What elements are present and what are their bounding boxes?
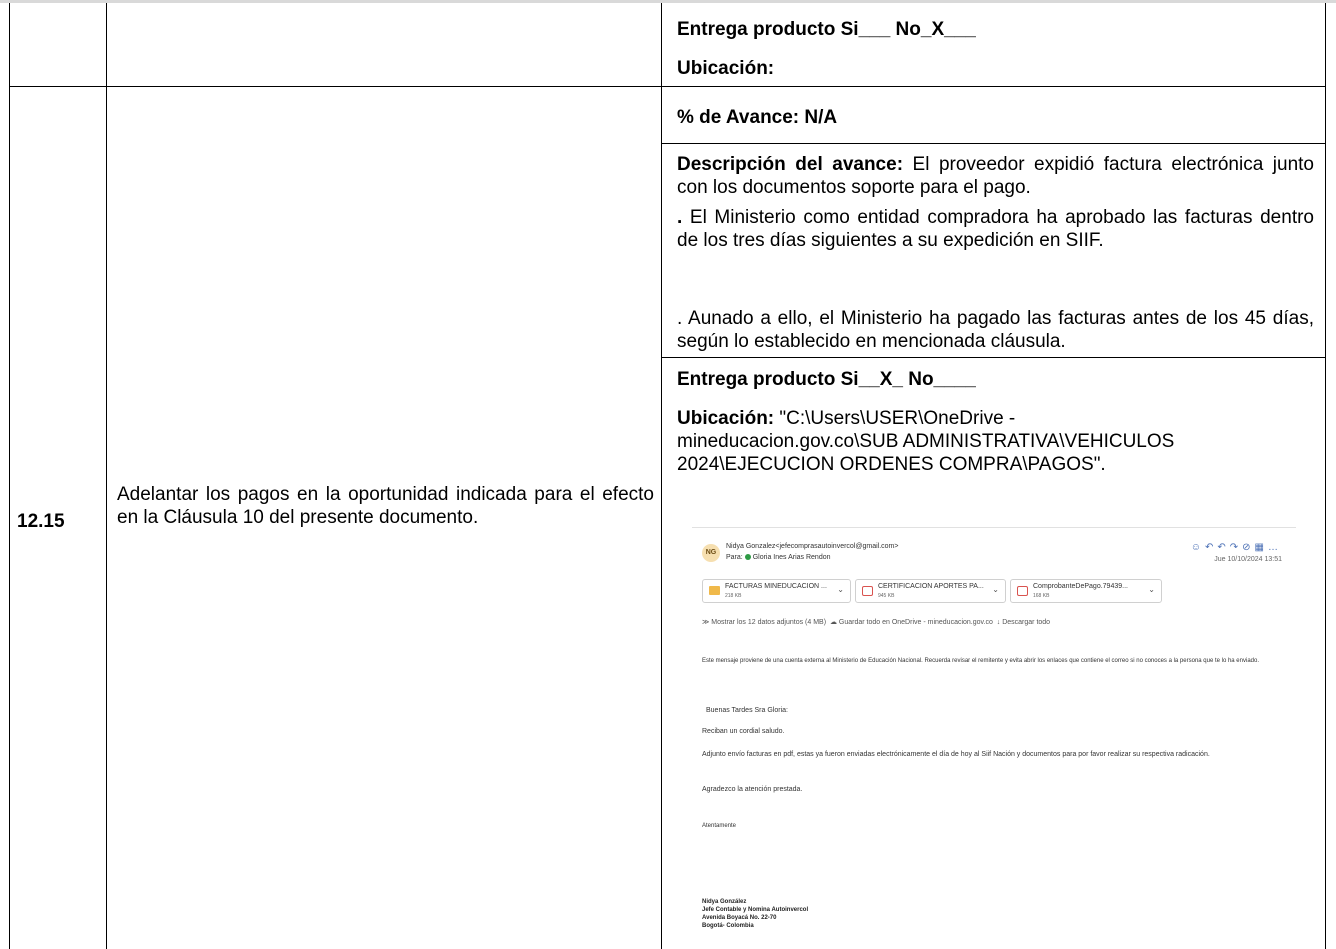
ubicacion-path-line-2: mineducacion.gov.co\SUB ADMINISTRATIVA\V… [677, 431, 1175, 452]
descripcion-label: Descripción del avance: [677, 154, 904, 175]
download-all: Descargar todo [1002, 619, 1051, 626]
email-date: Jue 10/10/2024 13:51 [1214, 556, 1282, 563]
attachment-name: CERTIFICACION APORTES PA... [878, 583, 984, 590]
reply-icon: ↶ [1204, 542, 1218, 553]
page-top-border [0, 0, 1336, 3]
descripcion-paragraph-3: . Aunado a ello, el Ministerio ha pagado… [677, 308, 1314, 352]
chevron-down-icon: ⌄ [837, 585, 844, 594]
email-action-icons: ☺↶↶↷⊘▦… [1191, 542, 1282, 553]
avatar: NG [702, 544, 720, 562]
download-icon: ↓ [996, 619, 1001, 626]
expand-icon: ≫ [702, 619, 710, 626]
signature-address: Avenida Boyacá No. 22-70 [702, 915, 777, 921]
reply-all-icon: ↶ [1217, 542, 1230, 553]
attachment-name: ComprobanteDePago.79439... [1033, 583, 1128, 590]
ubicacion-path-line-3: 2024\EJECUCION ORDENES COMPRA\PAGOS". [677, 454, 1106, 475]
ubicacion-label-top: Ubicación: [677, 58, 775, 79]
presence-dot-icon [744, 554, 751, 560]
chevron-down-icon: ⌄ [1148, 585, 1155, 594]
signature-city: Bogotá- Colombia [702, 923, 754, 929]
email-line-2: Adjunto envío facturas en pdf, estas ya … [702, 751, 1210, 758]
table-column-divider-1 [106, 3, 107, 949]
more-icon: … [1268, 542, 1282, 553]
attachment-size: 945 KB [878, 593, 895, 599]
email-to-name: Gloria Ines Arias Rendon [752, 554, 831, 561]
forward-icon: ↷ [1229, 542, 1243, 553]
signature-title: Jefe Contable y Nomina Autoinvercol [702, 907, 809, 913]
email-line-1: Reciban un cordial saludo. [702, 728, 785, 735]
pdf-icon [1017, 586, 1028, 596]
attachment-size: 168 KB [1033, 593, 1050, 599]
descripcion-paragraph-2: . El Ministerio como entidad compradora … [677, 206, 1314, 252]
ubicacion-label-main: Ubicación: [677, 408, 775, 429]
descripcion-text-2: El Ministerio como entidad compradora ha… [677, 207, 1314, 251]
ubicacion-path: Ubicación: "C:\Users\USER\OneDrive - min… [677, 407, 1317, 476]
email-to: Para: Gloria Ines Arias Rendon [726, 553, 831, 562]
link-icon: ⊘ [1242, 542, 1255, 553]
email-line-3: Agradezco la atención prestada. [702, 786, 803, 793]
descripcion-paragraph-1: Descripción del avance: El proveedor exp… [677, 153, 1314, 199]
chevron-down-icon: ⌄ [992, 585, 999, 594]
table-row-divider [9, 86, 1326, 87]
pdf-icon [862, 586, 873, 596]
attachment-name: FACTURAS MINEDUCACION ... [725, 583, 827, 590]
cloud-icon: ☁ [829, 619, 837, 626]
external-warning: Este mensaje proviene de una cuenta exte… [702, 658, 1259, 664]
cell-divider-avance [661, 143, 1326, 144]
attachment-2: CERTIFICACION APORTES PA... 945 KB ⌄ [855, 579, 1006, 603]
emoji-icon: ☺ [1190, 542, 1205, 553]
obligation-text: Adelantar los pagos en la oportunidad in… [117, 484, 654, 528]
obligation-number: 12.15 [17, 511, 65, 532]
entrega-producto-top: Entrega producto Si___ No_X___ [677, 19, 976, 40]
email-to-label: Para: [726, 554, 743, 561]
attachment-1: FACTURAS MINEDUCACION ... 218 KB ⌄ [702, 579, 851, 603]
table-column-divider-2 [661, 3, 662, 949]
email-signature: Nidya González Jefe Contable y Nomina Au… [702, 898, 808, 930]
email-screenshot: NG Nidya Gonzalez<jefecomprasautoinverco… [692, 527, 1296, 944]
cell-divider-descripcion [661, 357, 1326, 358]
signature-name: Nidya González [702, 899, 747, 905]
save-to-onedrive: Guardar todo en OneDrive - mineducacion.… [838, 619, 993, 626]
attachments-actions: ≫ Mostrar los 12 datos adjuntos (4 MB) ☁… [702, 618, 1050, 627]
folder-icon [709, 586, 720, 595]
attachment-3: ComprobanteDePago.79439... 168 KB ⌄ [1010, 579, 1162, 603]
show-all-attachments: Mostrar los 12 datos adjuntos (4 MB) [711, 619, 827, 626]
entrega-producto-main: Entrega producto Si__X_ No____ [677, 369, 976, 390]
email-from: Nidya Gonzalez<jefecomprasautoinvercol@g… [726, 543, 899, 550]
calendar-icon: ▦ [1254, 542, 1268, 553]
attachment-size: 218 KB [725, 593, 742, 599]
avance-percent: % de Avance: N/A [677, 107, 838, 128]
table-border-left [9, 3, 10, 949]
ubicacion-path-line-1: "C:\Users\USER\OneDrive - [774, 408, 1016, 429]
email-greeting: Buenas Tardes Sra Gloria: [706, 707, 788, 714]
table-border-right [1325, 3, 1326, 949]
email-closing: Atentamente [702, 823, 737, 829]
